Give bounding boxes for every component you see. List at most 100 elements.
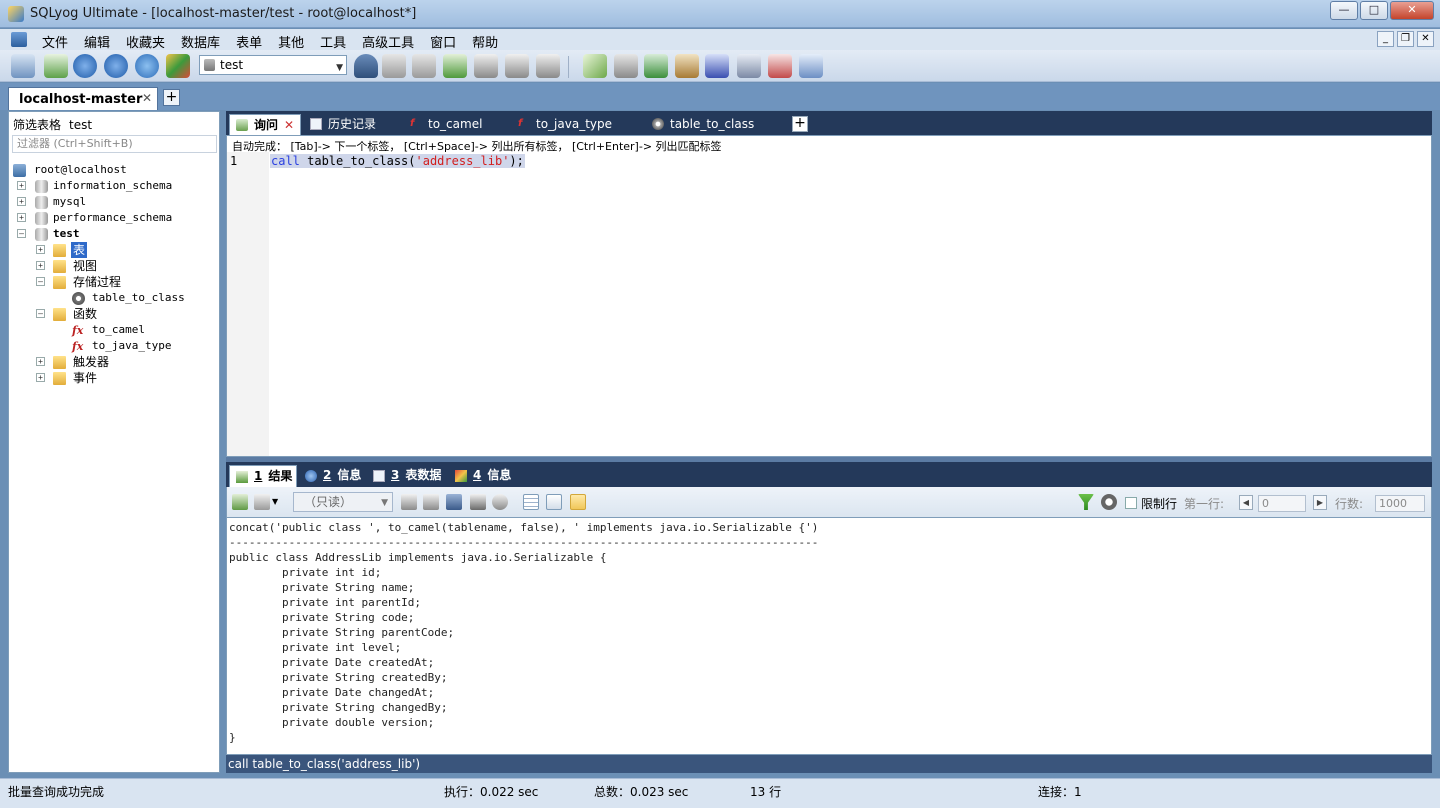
duplicate-row-icon[interactable]: [423, 494, 439, 510]
data-sync-icon[interactable]: [614, 54, 638, 78]
result-text-view[interactable]: concat('public class ', to_camel(tablena…: [226, 517, 1432, 755]
next-page-button[interactable]: ▶: [1313, 495, 1327, 510]
chevron-down-icon[interactable]: ▼: [272, 494, 280, 510]
menu-favorites[interactable]: 收藏夹: [120, 32, 171, 51]
tree-node-function-item[interactable]: fx to_camel: [9, 322, 219, 338]
readonly-select[interactable]: （只读） ▼: [293, 492, 393, 512]
collapse-icon[interactable]: –: [36, 277, 45, 286]
menu-edit[interactable]: 编辑: [78, 32, 116, 51]
menu-tools[interactable]: 工具: [314, 32, 352, 51]
tree-node-views[interactable]: + 视图: [9, 258, 219, 274]
tree-node-function-item[interactable]: fx to_java_type: [9, 338, 219, 354]
new-connection-icon[interactable]: [11, 54, 35, 78]
query-builder-icon[interactable]: [737, 54, 761, 78]
database-select[interactable]: test ▼: [199, 55, 347, 75]
collapse-icon[interactable]: –: [17, 229, 26, 238]
table-icon[interactable]: [474, 54, 498, 78]
tab-info[interactable]: 4 信息: [449, 465, 519, 487]
tab-to-java-type[interactable]: f to_java_type: [512, 114, 642, 135]
schema-designer-icon[interactable]: [166, 54, 190, 78]
tree-node-tables[interactable]: + 表: [9, 242, 219, 258]
tab-messages[interactable]: 2 信息: [299, 465, 367, 487]
tree-node-root[interactable]: root@localhost: [9, 162, 219, 178]
restore-database-icon[interactable]: [412, 54, 436, 78]
tree-node-triggers[interactable]: + 触发器: [9, 354, 219, 370]
tree-node-test[interactable]: – test: [9, 226, 219, 242]
connection-tab[interactable]: localhost-master ✕: [8, 87, 158, 110]
tab-query[interactable]: 询问 ✕: [229, 114, 301, 135]
form-view-icon[interactable]: [546, 494, 562, 510]
import-external-icon[interactable]: [675, 54, 699, 78]
minimize-button[interactable]: —: [1330, 1, 1358, 20]
add-connection-button[interactable]: +: [163, 89, 180, 106]
tab-table-data[interactable]: 3 表数据: [367, 465, 447, 487]
user-manager-icon[interactable]: [354, 54, 378, 78]
close-button[interactable]: ✕: [1390, 1, 1434, 20]
text-view-icon[interactable]: [570, 494, 586, 510]
tree-node-mysql[interactable]: + mysql: [9, 194, 219, 210]
menu-file[interactable]: 文件: [36, 32, 74, 51]
refresh-icon[interactable]: [135, 54, 159, 78]
filter-input[interactable]: 过滤器 (Ctrl+Shift+B): [12, 135, 217, 153]
cancel-changes-icon[interactable]: [492, 494, 508, 510]
expand-icon[interactable]: +: [17, 213, 26, 222]
delete-icon[interactable]: [470, 494, 486, 510]
expand-icon[interactable]: +: [36, 373, 45, 382]
schema-designer-grid-icon[interactable]: [768, 54, 792, 78]
maximize-button[interactable]: □: [1360, 1, 1388, 20]
first-row-input[interactable]: 0: [1258, 495, 1306, 512]
query-profiler-icon[interactable]: [799, 54, 823, 78]
filter-icon[interactable]: [1078, 494, 1094, 510]
menu-other[interactable]: 其他: [272, 32, 310, 51]
copy-database-icon[interactable]: [583, 54, 607, 78]
expand-icon[interactable]: +: [36, 261, 45, 270]
copy-icon[interactable]: [254, 494, 270, 510]
tab-table-to-class[interactable]: table_to_class: [646, 114, 786, 135]
menu-window[interactable]: 窗口: [424, 32, 462, 51]
export-icon[interactable]: [232, 494, 248, 510]
schema-sync-icon[interactable]: [644, 54, 668, 78]
sql-editor[interactable]: 自动完成： [Tab]-> 下一个标签， [Ctrl+Space]-> 列出所有…: [226, 135, 1432, 457]
code-line[interactable]: call table_to_class('address_lib');: [270, 154, 525, 168]
tab-result[interactable]: 1 结果: [229, 465, 297, 487]
document-icon[interactable]: [11, 32, 27, 47]
scheduled-job-icon[interactable]: [705, 54, 729, 78]
expand-icon[interactable]: +: [36, 245, 45, 254]
add-query-tab-button[interactable]: +: [792, 116, 808, 132]
execute-query-icon[interactable]: [73, 54, 97, 78]
menu-help[interactable]: 帮助: [466, 32, 504, 51]
close-icon[interactable]: ✕: [284, 115, 294, 135]
create-table-icon[interactable]: [505, 54, 529, 78]
save-icon[interactable]: [446, 494, 462, 510]
rows-input[interactable]: 1000: [1375, 495, 1425, 512]
expand-icon[interactable]: +: [17, 181, 26, 190]
tab-to-camel[interactable]: f to_camel: [404, 114, 510, 135]
expand-icon[interactable]: +: [17, 197, 26, 206]
backup-database-icon[interactable]: [382, 54, 406, 78]
tree-node-functions[interactable]: – 函数: [9, 306, 219, 322]
expand-icon[interactable]: +: [36, 357, 45, 366]
refresh-icon[interactable]: [1101, 494, 1117, 510]
import-icon[interactable]: [443, 54, 467, 78]
tree-node-information-schema[interactable]: + information_schema: [9, 178, 219, 194]
close-icon[interactable]: ✕: [142, 91, 152, 105]
limit-rows-checkbox[interactable]: [1125, 497, 1137, 509]
mdi-minimize-button[interactable]: _: [1377, 31, 1394, 47]
insert-row-icon[interactable]: [401, 494, 417, 510]
menu-table[interactable]: 表单: [230, 32, 268, 51]
mdi-close-button[interactable]: ✕: [1417, 31, 1434, 47]
menu-advanced-tools[interactable]: 高级工具: [356, 32, 420, 51]
tab-history[interactable]: 历史记录: [304, 114, 404, 135]
tree-node-procedures[interactable]: – 存储过程: [9, 274, 219, 290]
tree-node-procedure-item[interactable]: table_to_class: [9, 290, 219, 306]
previous-page-button[interactable]: ◀: [1239, 495, 1253, 510]
collapse-icon[interactable]: –: [36, 309, 45, 318]
tree-node-performance-schema[interactable]: + performance_schema: [9, 210, 219, 226]
execute-all-icon[interactable]: [104, 54, 128, 78]
new-query-icon[interactable]: [44, 54, 68, 78]
mdi-restore-button[interactable]: ❐: [1397, 31, 1414, 47]
tree-node-events[interactable]: + 事件: [9, 370, 219, 386]
alter-table-icon[interactable]: [536, 54, 560, 78]
menu-database[interactable]: 数据库: [175, 32, 226, 51]
grid-view-icon[interactable]: [523, 494, 539, 510]
